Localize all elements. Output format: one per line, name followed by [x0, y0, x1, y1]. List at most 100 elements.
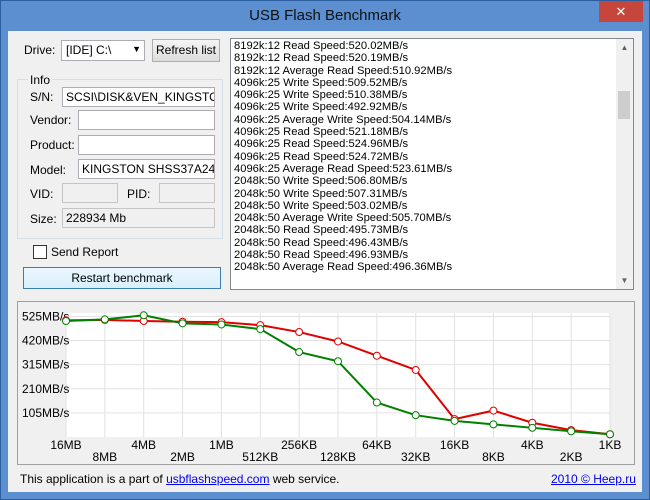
- scroll-down-icon[interactable]: ▼: [616, 272, 633, 289]
- footer-prefix: This application is a part of: [20, 472, 167, 486]
- series-point-2: [334, 357, 342, 366]
- sn-label: S/N:: [30, 90, 54, 104]
- send-report-checkbox[interactable]: [33, 245, 47, 259]
- x-tick-label: 512KB: [242, 450, 278, 464]
- log-line: 2048k:50 Read Speed:496.43MB/s: [234, 236, 409, 249]
- speed-chart-panel: 525MB/s 420MB/s 315MB/s 210MB/s 105MB/s 16MB 8…: [17, 301, 635, 465]
- y-tick-label: 105MB/s: [22, 406, 69, 420]
- usbflashspeed-link[interactable]: usbflashspeed.com: [166, 472, 269, 486]
- copyright-link[interactable]: 2010 © Heep.ru: [551, 472, 636, 486]
- log-line: 2048k:50 Average Read Speed:496.36MB/s: [234, 261, 453, 274]
- x-tick-label: 4MB: [131, 438, 156, 452]
- series-point-2: [100, 315, 109, 324]
- log-line: 2048k:50 Read Speed:495.73MB/s: [234, 224, 409, 237]
- refresh-list-button[interactable]: Refresh list: [152, 39, 220, 62]
- series-point-2: [217, 320, 226, 329]
- product-field[interactable]: [78, 135, 215, 155]
- x-tick-label: 8KB: [482, 450, 505, 464]
- y-tick-label: 315MB/s: [22, 358, 69, 372]
- log-line: 4096k:25 Write Speed:509.52MB/s: [234, 76, 408, 89]
- x-tick-label: 32KB: [401, 450, 430, 464]
- size-label: Size:: [30, 212, 57, 226]
- y-tick-label: 420MB/s: [22, 334, 69, 348]
- series-point-2: [411, 411, 420, 420]
- x-tick-label: 8MB: [93, 450, 118, 464]
- pid-field: [159, 183, 215, 203]
- client-area: Drive: [IDE] C:\ ▼ Refresh list Info S/N…: [8, 31, 642, 492]
- series-point-2: [295, 348, 304, 357]
- x-tick-label: 16MB: [50, 438, 81, 452]
- x-tick-label: 64KB: [362, 438, 391, 452]
- pid-label: PID:: [127, 187, 151, 201]
- drive-select-value: [IDE] C:\: [66, 43, 112, 57]
- scroll-thumb[interactable]: [618, 91, 630, 119]
- series-point-2: [139, 311, 148, 320]
- series-point-1: [334, 337, 342, 346]
- series-point-2: [450, 416, 459, 425]
- series-point-1: [411, 365, 420, 374]
- x-tick-label: 256KB: [281, 438, 317, 452]
- log-line: 4096k:25 Write Speed:492.92MB/s: [234, 101, 408, 114]
- x-tick-label: 2MB: [170, 450, 195, 464]
- log-line: 2048k:50 Write Speed:506.80MB/s: [234, 175, 408, 188]
- log-line: 2048k:50 Read Speed:496.93MB/s: [234, 249, 409, 262]
- series-point-2: [372, 398, 381, 407]
- x-tick-label: 16KB: [440, 438, 469, 452]
- series-point-2: [489, 420, 498, 429]
- log-line: 2048k:50 Write Speed:507.31MB/s: [234, 187, 408, 200]
- log-line: 2048k:50 Write Speed:503.02MB/s: [234, 199, 408, 212]
- series-point-1: [372, 351, 381, 360]
- log-line: 4096k:25 Read Speed:524.96MB/s: [234, 138, 409, 151]
- footer-suffix: web service.: [269, 472, 340, 486]
- app-window: USB Flash Benchmark ✕ Drive: [IDE] C:\ ▼…: [0, 0, 650, 500]
- close-button[interactable]: ✕: [599, 1, 643, 22]
- log-line: 8192k:12 Read Speed:520.02MB/s: [234, 40, 409, 52]
- drive-select[interactable]: [IDE] C:\ ▼: [61, 40, 145, 61]
- scroll-up-icon[interactable]: ▲: [616, 39, 633, 56]
- x-tick-label: 4KB: [521, 438, 544, 452]
- results-log[interactable]: 8192k:12 Read Speed:520.02MB/s 8192k:12 R…: [230, 38, 634, 290]
- product-label: Product:: [30, 138, 75, 152]
- sn-field[interactable]: SCSI\DISK&VEN_KINGSTON&: [62, 87, 215, 107]
- send-report-label[interactable]: Send Report: [51, 245, 118, 259]
- log-line: 4096k:25 Write Speed:510.38MB/s: [234, 89, 408, 102]
- log-scrollbar[interactable]: ▲ ▼: [616, 39, 633, 289]
- title-bar: USB Flash Benchmark ✕: [1, 1, 649, 31]
- log-line: 4096k:25 Average Write Speed:504.14MB/s: [234, 113, 452, 126]
- x-tick-label: 1MB: [209, 438, 234, 452]
- model-field[interactable]: KINGSTON SHSS37A240G: [78, 159, 215, 179]
- vid-label: VID:: [30, 187, 54, 201]
- log-lines: 8192k:12 Read Speed:520.02MB/s 8192k:12 R…: [234, 40, 452, 274]
- window-title: USB Flash Benchmark: [249, 7, 401, 24]
- log-line: 8192k:12 Average Read Speed:510.92MB/s: [234, 64, 453, 77]
- model-label: Model:: [30, 163, 67, 177]
- series-point-1: [295, 328, 304, 337]
- log-line: 8192k:12 Read Speed:520.19MB/s: [234, 52, 409, 65]
- log-line: 4096k:25 Read Speed:521.18MB/s: [234, 126, 409, 139]
- log-line: 2048k:50 Average Write Speed:505.70MB/s: [234, 212, 452, 225]
- restart-benchmark-button[interactable]: Restart benchmark: [23, 267, 221, 289]
- x-tick-label: 128KB: [320, 450, 356, 464]
- x-tick-label: 1KB: [599, 438, 622, 452]
- series-point-2: [62, 317, 70, 326]
- info-group-title: Info: [28, 73, 53, 87]
- log-line: 4096k:25 Read Speed:524.72MB/s: [234, 150, 409, 163]
- vendor-field[interactable]: [78, 110, 215, 130]
- log-line: 4096k:25 Average Read Speed:523.61MB/s: [234, 162, 453, 175]
- series-point-2: [567, 427, 576, 436]
- y-tick-label: 210MB/s: [22, 382, 69, 396]
- series-point-2: [606, 430, 614, 439]
- series-point-2: [256, 325, 265, 334]
- series-point-1: [489, 406, 498, 415]
- close-icon[interactable]: ✕: [616, 4, 627, 19]
- series-point-2: [178, 319, 187, 328]
- footer-text: This application is a part of usbflashsp…: [20, 472, 340, 486]
- size-field: 228934 Mb: [62, 208, 215, 228]
- series-point-2: [528, 423, 537, 432]
- vendor-label: Vendor:: [30, 113, 72, 127]
- x-tick-label: 2KB: [560, 450, 583, 464]
- vid-field: [62, 183, 118, 203]
- chevron-down-icon[interactable]: ▼: [132, 44, 141, 54]
- speed-chart: 525MB/s420MB/s315MB/s210MB/s105MB/s16MB8…: [22, 309, 622, 464]
- drive-label: Drive:: [24, 43, 56, 57]
